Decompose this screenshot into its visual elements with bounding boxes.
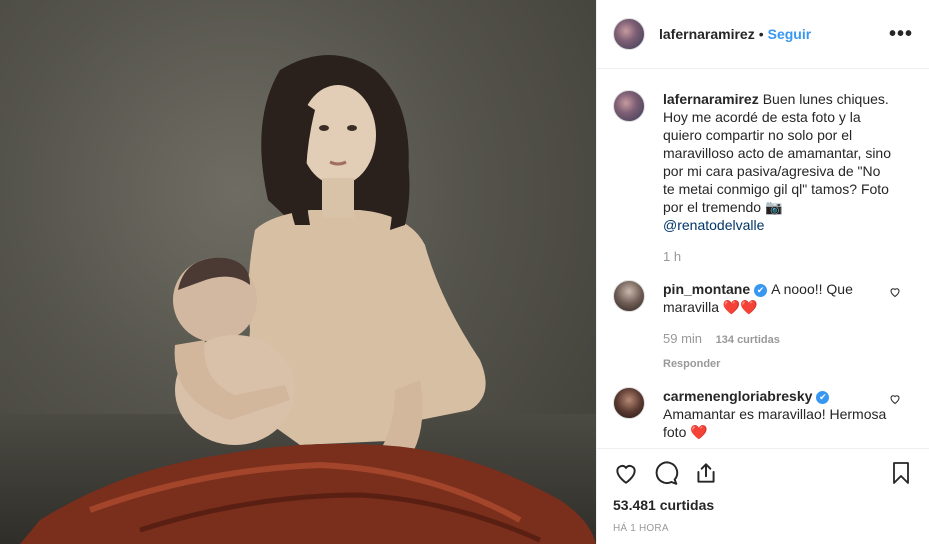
author-avatar[interactable] bbox=[613, 18, 645, 50]
likes-count[interactable]: 53.481 curtidas bbox=[613, 497, 913, 513]
comment-username[interactable]: pin_montane bbox=[663, 281, 750, 297]
comment-avatar[interactable] bbox=[613, 280, 645, 312]
share-icon[interactable] bbox=[693, 460, 719, 486]
comment-avatar[interactable] bbox=[613, 387, 645, 419]
post-header: lafernaramirez • Seguir ••• bbox=[597, 0, 929, 69]
comment-item: carmenengloriabresky ✔ Amamantar es marav… bbox=[613, 387, 913, 441]
post-side-panel: lafernaramirez • Seguir ••• lafernaramir… bbox=[596, 0, 929, 544]
caption-entry: lafernaramirez Buen lunes chiques. Hoy me… bbox=[613, 90, 913, 266]
comment-likes[interactable]: 134 curtidas bbox=[716, 334, 780, 346]
post-photo[interactable] bbox=[0, 0, 596, 544]
post-actions: 53.481 curtidas HÁ 1 HORA bbox=[597, 448, 929, 534]
comment-username[interactable]: carmenengloriabresky bbox=[663, 388, 812, 404]
comment-time: 59 min bbox=[663, 331, 703, 346]
reply-button[interactable]: Responder bbox=[663, 355, 891, 373]
caption-time: 1 h bbox=[663, 249, 682, 264]
separator-dot: • bbox=[758, 26, 764, 42]
comment-item: pin_montane ✔ A nooo!! Que maravilla ❤️❤️ … bbox=[613, 280, 913, 373]
caption-text: Buen lunes chiques. Hoy me acordé de est… bbox=[663, 91, 891, 215]
more-options-icon[interactable]: ••• bbox=[889, 23, 913, 46]
comment-like-heart-icon[interactable] bbox=[889, 393, 901, 405]
verified-badge-icon: ✔ bbox=[816, 391, 830, 404]
author-username[interactable]: lafernaramirez bbox=[659, 26, 755, 42]
comment-hearts: ❤️❤️ bbox=[722, 299, 758, 315]
caption-username[interactable]: lafernaramirez bbox=[663, 91, 759, 107]
bookmark-icon[interactable] bbox=[889, 460, 913, 486]
comment-hearts: ❤️ bbox=[690, 424, 708, 440]
caption-mention-link[interactable]: @renatodelvalle bbox=[663, 217, 764, 233]
heart-icon[interactable] bbox=[613, 460, 639, 486]
post-timestamp: HÁ 1 HORA bbox=[613, 523, 669, 534]
caption-avatar[interactable] bbox=[613, 90, 645, 122]
comments-list[interactable]: lafernaramirez Buen lunes chiques. Hoy me… bbox=[597, 70, 929, 448]
verified-badge-icon: ✔ bbox=[754, 284, 768, 297]
follow-button[interactable]: Seguir bbox=[768, 26, 812, 42]
comment-icon[interactable] bbox=[653, 460, 679, 486]
comment-like-heart-icon[interactable] bbox=[889, 286, 901, 298]
photo-illustration bbox=[20, 55, 596, 544]
